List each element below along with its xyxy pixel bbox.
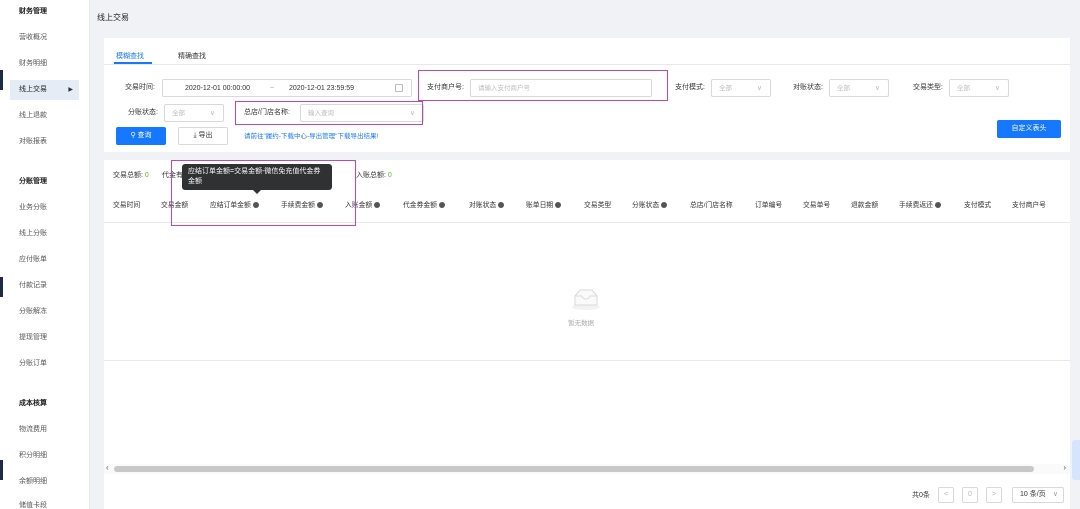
trade-type-select[interactable]: 全部 ∨: [949, 79, 1009, 97]
sidebar-item-online-refund[interactable]: 线上退款: [19, 106, 89, 126]
recon-status-value: 全部: [837, 85, 850, 92]
sidebar-item-split-unfreeze[interactable]: 分账解冻: [19, 302, 89, 322]
col-pay-mode: 支付模式: [964, 202, 992, 209]
sidebar: 财务管理 营收概况 财务明细 线上交易 ▶ 线上退款 对账报表 分账管理 业务分…: [0, 0, 90, 509]
scroll-left-icon[interactable]: ‹: [106, 463, 109, 472]
export-button[interactable]: ⤓ 导出: [178, 127, 228, 145]
sidebar-item-revenue-overview[interactable]: 营收概况: [19, 28, 89, 48]
pagination-total: 共0条: [912, 492, 930, 499]
chevron-down-icon: ∨: [756, 85, 762, 92]
calendar-icon: [395, 84, 403, 92]
chevron-down-icon: ∨: [994, 85, 1000, 92]
query-button[interactable]: ⚲ 查询: [116, 127, 166, 145]
col-bill-date: 账单日期: [526, 200, 562, 212]
table-body-divider: [104, 360, 1070, 361]
col-order-no: 订单编号: [755, 202, 783, 209]
sidebar-item-split-orders[interactable]: 分账订单: [19, 354, 89, 374]
split-status-select[interactable]: 全部 ∨: [164, 104, 224, 122]
recon-status-select[interactable]: 全部 ∨: [829, 79, 889, 97]
sidebar-item-recon-report[interactable]: 对账报表: [19, 132, 89, 152]
help-icon[interactable]: [661, 202, 668, 209]
sidebar-item-finance-detail[interactable]: 财务明细: [19, 54, 89, 74]
caret-right-icon: ▶: [68, 87, 73, 93]
tab-divider: [104, 64, 1070, 65]
col-store-name: 总店/门店名称: [690, 202, 733, 209]
col-split-status: 分账状态: [632, 200, 668, 212]
col-fee-refund: 手续费返还: [899, 200, 941, 212]
empty-text: 暂无数据: [568, 320, 594, 327]
sidebar-item-business-split[interactable]: 业务分账: [19, 198, 89, 218]
col-trade-type: 交易类型: [584, 202, 612, 209]
recon-status-label: 对账状态:: [793, 84, 823, 91]
page-size-select[interactable]: 10 条/页 ∨: [1012, 487, 1064, 503]
sidebar-group-finance[interactable]: 财务管理: [19, 2, 89, 22]
sidebar-edge: [0, 460, 3, 480]
sidebar-item-online-trade[interactable]: 线上交易 ▶: [10, 80, 79, 100]
page-number[interactable]: 0: [962, 487, 978, 503]
sidebar-item-payment-records[interactable]: 付款记录: [19, 276, 89, 296]
trade-time-range-picker[interactable]: 2020-12-01 00:00:00 ~ 2020-12-01 23:59:5…: [162, 79, 412, 97]
sidebar-item-balance[interactable]: 余额明细: [19, 472, 89, 492]
scroll-right-icon[interactable]: ›: [1063, 463, 1066, 472]
pay-mode-value: 全部: [719, 85, 732, 92]
scrollbar-thumb[interactable]: [114, 466, 1034, 472]
sidebar-item-stored-card[interactable]: 储值卡段: [19, 496, 89, 509]
start-time-value: 2020-12-01 00:00:00: [185, 85, 250, 92]
end-time-value: 2020-12-01 23:59:59: [289, 85, 354, 92]
range-separator: ~: [270, 85, 275, 92]
chevron-down-icon: ∨: [209, 110, 215, 117]
help-icon[interactable]: [438, 202, 445, 209]
settle-amount-tooltip: 应结订单金额=交易金额-微信免充值代金券金额: [182, 164, 332, 194]
next-page-button[interactable]: >: [986, 487, 1002, 503]
highlight-store-name: [235, 101, 423, 125]
sidebar-item-label: 线上交易: [19, 86, 47, 93]
trade-type-label: 交易类型:: [913, 84, 943, 91]
custom-header-button[interactable]: 自定义表头: [997, 120, 1061, 138]
help-icon[interactable]: [498, 202, 505, 209]
trade-time-label: 交易时间:: [125, 84, 155, 91]
help-icon[interactable]: [374, 202, 381, 209]
split-status-value: 全部: [172, 110, 185, 117]
sidebar-item-payable[interactable]: 应付账单: [19, 250, 89, 270]
col-refund-amount: 退款金额: [851, 202, 879, 209]
help-icon[interactable]: [555, 202, 562, 209]
sidebar-edge: [0, 70, 3, 90]
sidebar-item-logistics[interactable]: 物流费用: [19, 420, 89, 440]
help-icon[interactable]: [934, 202, 941, 209]
col-trade-no: 交易单号: [803, 202, 831, 209]
pay-mode-select[interactable]: 全部 ∨: [711, 79, 771, 97]
col-voucher-amount: 代金券金额: [403, 200, 445, 212]
pay-mode-label: 支付模式:: [675, 84, 705, 91]
horizontal-scrollbar[interactable]: ‹ ›: [104, 463, 1070, 474]
chevron-down-icon: ∨: [874, 85, 880, 92]
highlight-merchant-no: [418, 70, 668, 101]
empty-box-icon: [572, 289, 600, 310]
col-merchant-no: 支付商户号: [1012, 202, 1046, 209]
col-recon-status: 对账状态: [469, 200, 505, 212]
income-total: 入账总额: 0: [356, 172, 392, 179]
trade-type-value: 全部: [957, 85, 970, 92]
col-trade-time: 交易时间: [113, 202, 141, 209]
sidebar-item-online-split[interactable]: 线上分账: [19, 224, 89, 244]
page-title: 线上交易: [97, 13, 129, 22]
split-status-label: 分账状态:: [128, 109, 158, 116]
sidebar-item-points[interactable]: 积分明细: [19, 446, 89, 466]
prev-page-button[interactable]: <: [938, 487, 954, 503]
search-icon: ⚲: [130, 132, 138, 139]
chevron-down-icon: ∨: [1052, 491, 1058, 498]
floating-help-tab[interactable]: [1072, 440, 1080, 480]
sidebar-item-withdraw[interactable]: 提现管理: [19, 328, 89, 348]
trade-total: 交易总额: 0: [113, 172, 149, 179]
export-hint-link[interactable]: 请前往"履约-下载中心-导出管理"下载导出结果!: [244, 131, 378, 143]
sidebar-group-cost[interactable]: 成本核算: [19, 394, 89, 414]
sidebar-group-split[interactable]: 分账管理: [19, 172, 89, 192]
sidebar-edge: [0, 277, 3, 297]
